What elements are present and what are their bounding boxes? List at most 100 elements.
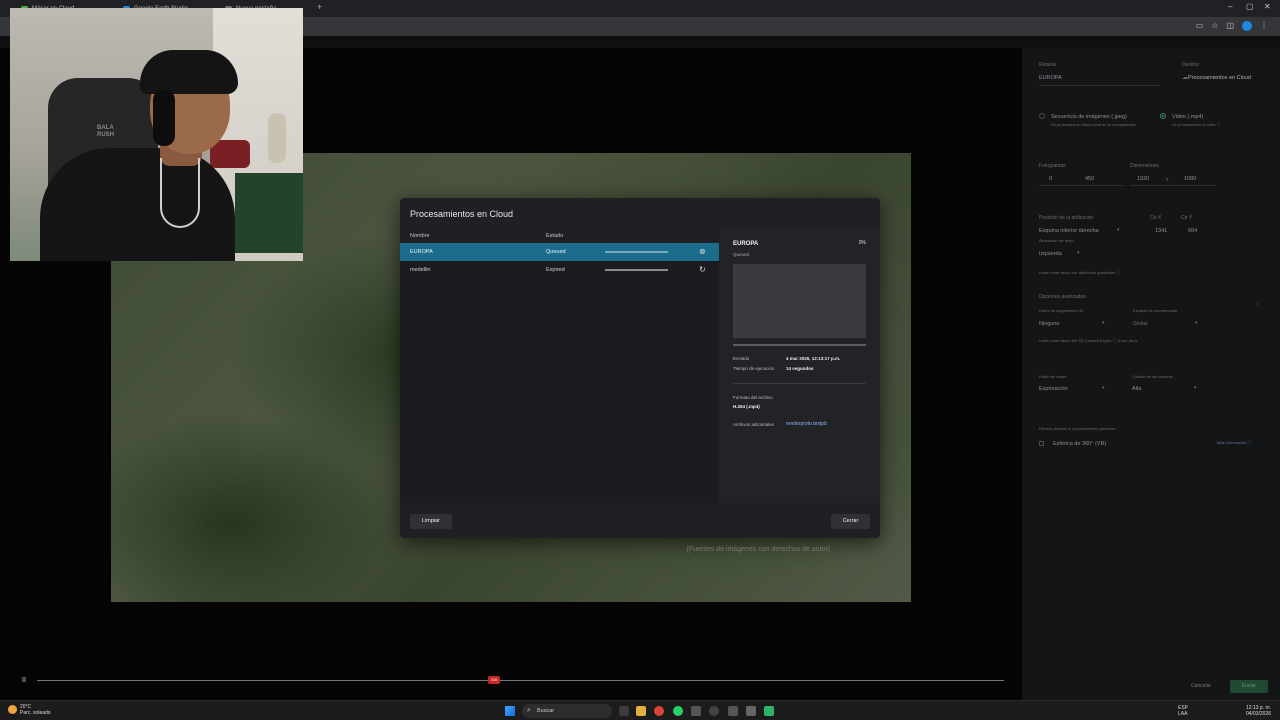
menu-icon[interactable]: ⋮: [1260, 21, 1268, 31]
pos-x-label: Ctr X: [1150, 215, 1162, 221]
cancel-button[interactable]: Cancelar: [1180, 680, 1222, 693]
profile-avatar[interactable]: [1242, 21, 1252, 31]
chevron-down-icon: ▾: [1102, 320, 1105, 326]
submit-button[interactable]: Enviar: [1230, 680, 1268, 693]
task-view-icon[interactable]: [619, 706, 629, 716]
row-state: Queued: [546, 249, 566, 255]
column-header-name: Nombre: [410, 233, 430, 239]
video-radio[interactable]: [1160, 113, 1166, 119]
tray-clock[interactable]: 12:13 p. m. 04/03/2026: [1246, 705, 1271, 717]
render-row-europa[interactable]: EUROPA Queued ⊗: [400, 243, 719, 261]
destination-value[interactable]: Procesamientos en Cloud: [1188, 75, 1251, 81]
height-value[interactable]: 1080: [1184, 176, 1196, 182]
webcam-microphone: [268, 113, 286, 163]
row-progress-bar: [605, 269, 668, 271]
vr-checkbox[interactable]: [1039, 441, 1044, 446]
coord-space-select[interactable]: Global: [1133, 321, 1147, 327]
app-icon[interactable]: [709, 706, 719, 716]
weather-widget[interactable]: 20°C Parc. soleado: [8, 704, 51, 716]
toolbar-icons: ▭ ☆ ◫ ⋮: [1196, 21, 1268, 31]
exec-value: 14 segundos: [786, 366, 814, 371]
row-state: Expired: [546, 267, 565, 273]
windows-start-icon[interactable]: [505, 706, 515, 716]
app-icon[interactable]: [746, 706, 756, 716]
more-info-link[interactable]: Más información ⓘ: [1217, 440, 1251, 446]
timeline-track[interactable]: [37, 680, 1004, 681]
chevron-down-icon: ▾: [1117, 227, 1120, 233]
new-tab-button[interactable]: +: [317, 2, 322, 12]
format-value: H.264 (.mp4): [733, 404, 760, 409]
app-icon[interactable]: [728, 706, 738, 716]
render-row-medellin[interactable]: medellin Expired ↻: [400, 261, 719, 279]
pos-y-value[interactable]: 664: [1188, 228, 1197, 234]
chevron-down-icon: ▾: [1077, 250, 1080, 256]
row-name: medellin: [410, 267, 431, 273]
detail-status: Queued: [733, 252, 750, 257]
detail-divider: [733, 383, 866, 384]
video-label: Video (.mp4): [1172, 114, 1204, 120]
post-processing-label: Efectos durante el procesamiento posteri…: [1039, 426, 1116, 431]
clear-button[interactable]: Limpiar: [410, 514, 452, 529]
chevron-down-icon: ▾: [1102, 385, 1105, 391]
dialog-title: Procesamientos en Cloud: [410, 209, 514, 219]
cancel-render-icon[interactable]: ⊗: [699, 247, 706, 256]
cloud-render-dialog: Procesamientos en Cloud Nombre Estado EU…: [400, 198, 880, 538]
text-align-select[interactable]: Izquierda: [1039, 251, 1062, 257]
pos-y-label: Ctr Y: [1181, 215, 1193, 221]
tray-lang-secondary: LAA: [1178, 711, 1188, 717]
playhead-marker[interactable]: 316: [488, 676, 500, 684]
close-button[interactable]: Cerrar: [831, 514, 870, 529]
detail-thumbnail: [733, 264, 866, 338]
render-rows: EUROPA Queued ⊗ medellin Expired ↻: [400, 243, 719, 279]
advanced-options-label[interactable]: Opciones avanzadas: [1039, 294, 1086, 300]
cast-icon[interactable]: ▭: [1196, 21, 1204, 31]
tray-lang[interactable]: ESP LAA: [1178, 705, 1188, 717]
extensions-icon[interactable]: ◫: [1226, 21, 1234, 31]
retry-render-icon[interactable]: ↻: [699, 265, 706, 274]
search-icon: ⌕: [527, 707, 531, 714]
sent-label: Enviado: [733, 356, 750, 361]
tracking-label: Datos de seguimiento 3D: [1039, 308, 1084, 313]
frames-underline: [1039, 185, 1124, 186]
chevron-down-icon: ▾: [1195, 320, 1198, 326]
dimensions-label: Dimensiones: [1130, 163, 1159, 169]
minimize-button[interactable]: –: [1228, 2, 1232, 11]
close-window-button[interactable]: ✕: [1264, 2, 1271, 11]
tracking-select[interactable]: Ninguno: [1039, 321, 1060, 327]
width-value[interactable]: 1920: [1137, 176, 1149, 182]
taskbar-search[interactable]: ⌕ Buscar: [522, 704, 612, 718]
vr-label: Esférica de 360° (VR): [1053, 441, 1107, 447]
text-align-label: Alineación del texto: [1039, 238, 1074, 243]
frames-to[interactable]: 450: [1085, 176, 1094, 182]
cloud-icon: ☁: [1182, 75, 1188, 81]
texture-quality-select[interactable]: Alta: [1132, 386, 1141, 392]
weather-desc: Parc. soleado: [20, 710, 51, 716]
attribution-position-select[interactable]: Esquina inferior derecha: [1039, 228, 1099, 234]
render-detail-pane: EUROPA 0% Queued Enviado 4 mar 2026, 12:…: [719, 228, 880, 503]
route-value[interactable]: EUROPA: [1039, 75, 1062, 81]
pause-icon[interactable]: II: [22, 677, 26, 684]
map-style-select[interactable]: Exploración: [1039, 386, 1068, 392]
file-explorer-icon[interactable]: [636, 706, 646, 716]
chevron-up-icon[interactable]: ⌃: [1255, 303, 1259, 309]
frames-label: Fotogramas: [1039, 163, 1066, 169]
format-label: Formato del archivo: [733, 395, 773, 400]
image-sequence-radio[interactable]: [1039, 113, 1045, 119]
pos-x-value[interactable]: 1341: [1155, 228, 1167, 234]
column-header-state: Estado: [546, 233, 564, 239]
clock-date: 04/03/2026: [1246, 711, 1272, 717]
capcut-icon[interactable]: [691, 706, 701, 716]
chevron-down-icon: ▾: [1194, 385, 1197, 391]
whatsapp-icon[interactable]: [673, 706, 683, 716]
star-icon[interactable]: ☆: [1211, 21, 1218, 31]
extra-files-link[interactable]: renderproto.textpb: [786, 421, 827, 427]
app-icon[interactable]: [764, 706, 774, 716]
exec-label: Tiempo de ejecución: [733, 366, 775, 371]
frames-from[interactable]: 0: [1049, 176, 1052, 182]
timeline-player: II 316: [0, 672, 1022, 700]
camera-export-note[interactable]: Learn more about the 3D Camera Export ⓘ …: [1039, 338, 1138, 344]
render-list: [400, 243, 719, 503]
maximize-button[interactable]: ▢: [1246, 2, 1254, 11]
attribution-note[interactable]: Learn more about our attribution guideli…: [1039, 270, 1120, 276]
chrome-icon[interactable]: [654, 706, 664, 716]
